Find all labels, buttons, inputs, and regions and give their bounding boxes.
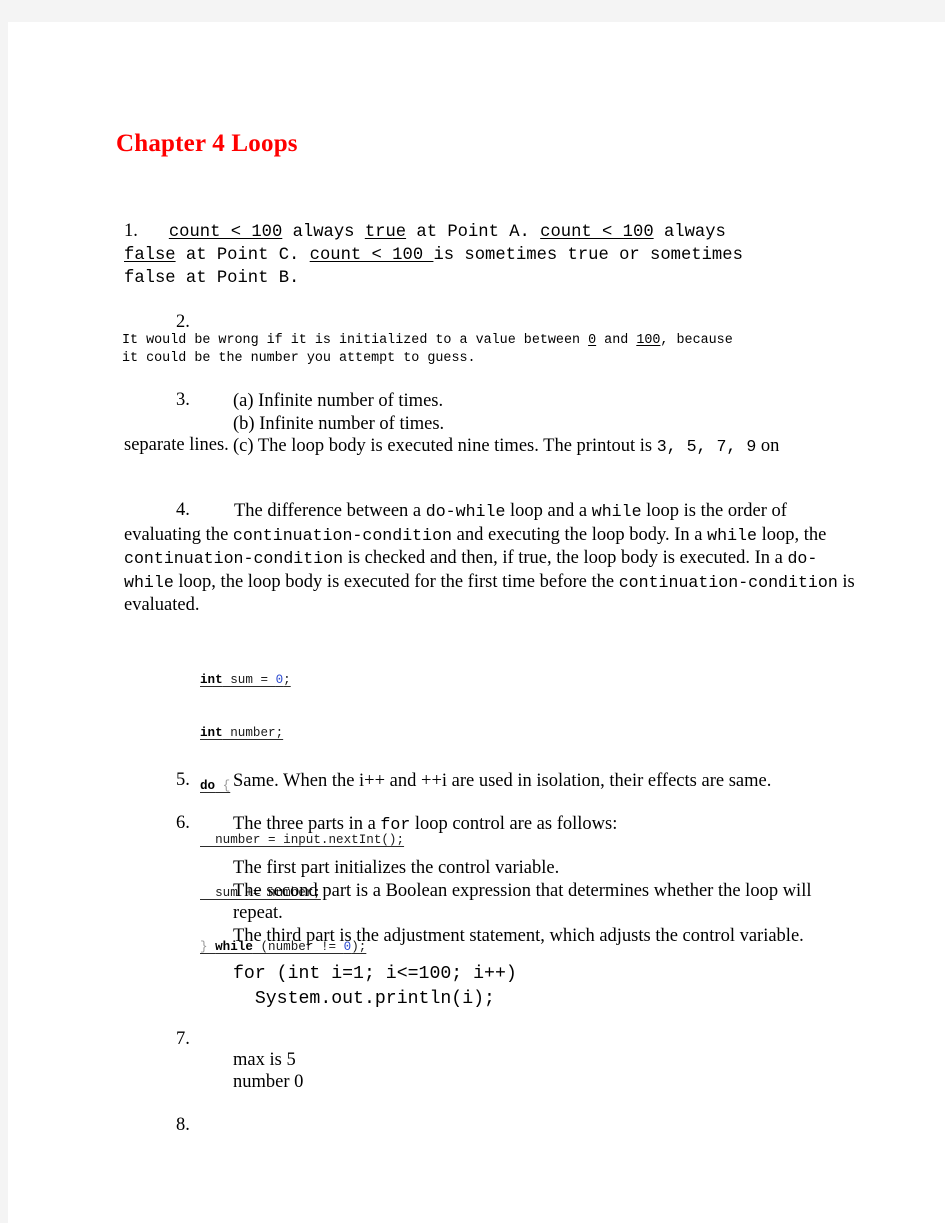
- item-1-spacer: [138, 223, 169, 242]
- item-4-code-while-1: while: [591, 502, 642, 521]
- item-4-code-cont-cond-2: continuation-condition: [124, 549, 344, 568]
- code-keyword-do: do: [200, 779, 216, 794]
- code-text-1b: ;: [283, 672, 291, 687]
- answer-item-4: The difference between a do-while loop a…: [124, 500, 864, 618]
- code-line-2: int number;: [200, 725, 404, 743]
- item-2-number: 2.: [176, 312, 190, 332]
- item-4-text-6: is checked and then, if true, the loop b…: [343, 548, 788, 568]
- item-6-text-after: loop control are as follows:: [410, 814, 618, 834]
- item-2-value-zero: 0: [588, 333, 597, 348]
- for-code-line-1: for (int i=1; i<=100; i++): [233, 964, 517, 984]
- item-4-text-7: loop, the loop body is executed for the …: [173, 571, 619, 592]
- item-4-text-1: The difference between a: [234, 501, 426, 521]
- item-7-output-line-1: max is 5: [233, 1050, 296, 1070]
- item-4-code-while-2: while: [707, 525, 757, 545]
- page-title: Chapter 4 Loops: [116, 130, 298, 157]
- item-1-code-5: count < 100: [309, 246, 434, 265]
- answer-item-7: max is 5 number 0: [233, 1050, 633, 1093]
- item-4-text-5: loop, the: [756, 524, 827, 545]
- answer-item-1: 1. count < 100 always true at Point A. c…: [124, 220, 884, 290]
- item-2-text-2: and: [596, 333, 637, 348]
- item-1-text-3: always: [663, 223, 726, 242]
- item-2-text-1: It would be wrong if it is initialized t…: [122, 333, 589, 348]
- answer-item-5: Same. When the i++ and ++i are used in i…: [233, 771, 772, 791]
- document-page: Chapter 4 Loops 1. count < 100 always tr…: [8, 22, 945, 1223]
- item-1-text-1: always: [282, 223, 365, 242]
- item-4-code-cont-cond-1: continuation-condition: [232, 525, 452, 545]
- item-1-text-4: at Point C.: [175, 246, 310, 265]
- code-line-1: int sum = 0;: [200, 672, 404, 690]
- item-1-code-4: false: [124, 246, 176, 265]
- item-6-number: 6.: [176, 813, 190, 833]
- item-4-text-2: loop and a: [505, 501, 592, 521]
- answer-item-6: The three parts in a for loop control ar…: [233, 813, 893, 837]
- item-3-line-a: (a) Infinite number of times.: [233, 391, 444, 411]
- item-6-code-for: for: [380, 815, 411, 834]
- item-2-value-hundred: 100: [636, 333, 661, 348]
- code-text-2: number;: [222, 725, 284, 740]
- code-block-for-loop: for (int i=1; i<=100; i++) System.out.pr…: [233, 962, 517, 1012]
- code-keyword-int-1: int: [200, 672, 223, 687]
- item-6-text-before: The three parts in a: [233, 814, 381, 834]
- answer-item-2: It would be wrong if it is initialized t…: [122, 332, 922, 367]
- code-keyword-int-2: int: [200, 725, 223, 740]
- item-1-code-1: count < 100: [168, 223, 283, 242]
- item-5-number: 5.: [176, 770, 190, 790]
- item-1-text-2: at Point A.: [406, 223, 541, 242]
- item-6-part-2: The second part is a Boolean expression …: [233, 880, 812, 924]
- item-1-number: 1.: [124, 221, 138, 241]
- item-1-code-3: count < 100: [540, 223, 654, 242]
- for-code-line-2: System.out.println(i);: [233, 989, 495, 1009]
- item-4-code-cont-cond-3: continuation-condition: [618, 572, 838, 592]
- item-4-code-do-while-1: do-while: [425, 502, 506, 521]
- item-7-number: 7.: [176, 1029, 190, 1049]
- item-3-line-b: (b) Infinite number of times.: [233, 413, 445, 434]
- code-brace-close: }: [200, 939, 216, 954]
- item-6-part-3: The third part is the adjustment stateme…: [233, 925, 804, 946]
- item-7-output-line-2: number 0: [233, 1071, 304, 1092]
- code-brace-open: {: [215, 779, 231, 794]
- item-3-continuation: separate lines.: [124, 435, 229, 455]
- item-8-number: 8.: [176, 1115, 190, 1135]
- code-text-1: sum =: [222, 672, 276, 687]
- item-6-parts-list: The first part initializes the control v…: [233, 857, 833, 947]
- item-4-text-4: and executing the loop body. In a: [451, 524, 708, 545]
- item-3-number: 3.: [176, 390, 190, 410]
- item-1-code-2: true: [364, 223, 407, 242]
- item-6-part-1: The first part initializes the control v…: [233, 858, 560, 878]
